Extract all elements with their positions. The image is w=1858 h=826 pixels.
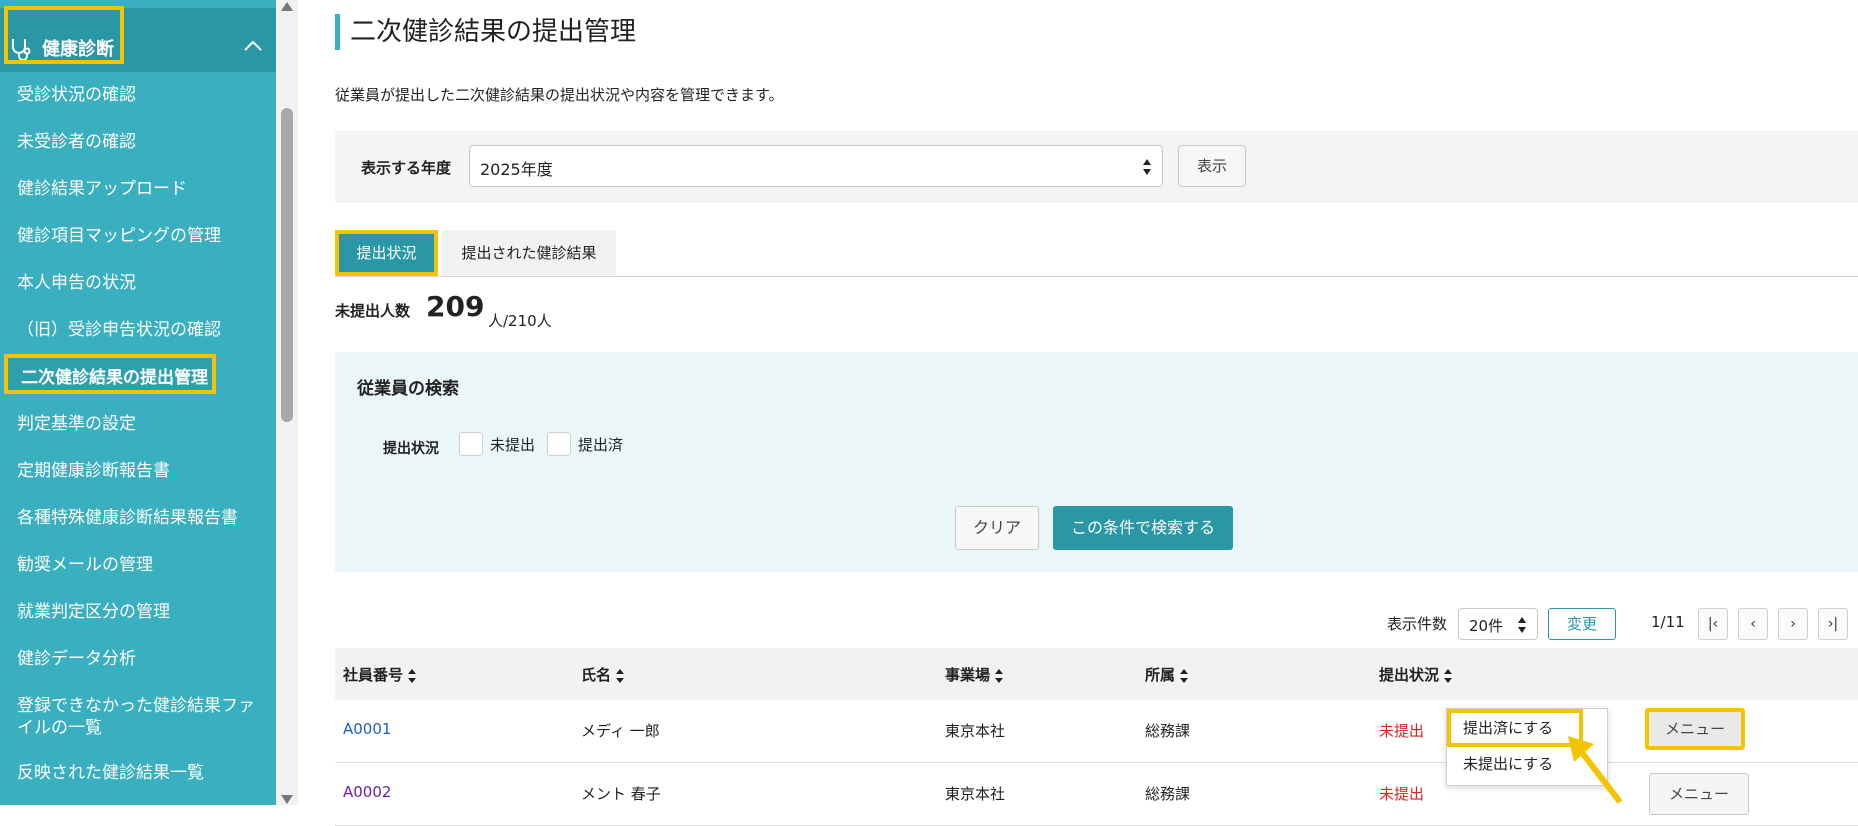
checkbox-submitted-label: 提出済 <box>578 436 624 454</box>
scrollbar-thumb[interactable] <box>281 108 293 422</box>
employee-id-link[interactable]: A0001 <box>343 720 391 738</box>
scroll-up-arrow-icon[interactable] <box>281 2 293 11</box>
show-year-button[interactable]: 表示 <box>1178 145 1246 187</box>
employee-search-panel: 従業員の検索 提出状況 未提出 提出済 クリア この条件で検索する <box>335 352 1858 572</box>
sidebar-item-criteria[interactable]: 判定基準の設定 <box>17 413 136 435</box>
employee-dept: 総務課 <box>1145 722 1191 740</box>
column-dept-label: 所属 <box>1145 666 1176 684</box>
menu-button[interactable]: メニュー <box>1649 773 1749 815</box>
sidebar-item-old-report[interactable]: （旧）受診申告状況の確認 <box>17 319 221 341</box>
employee-site: 東京本社 <box>945 722 1006 740</box>
year-filter-label: 表示する年度 <box>361 159 452 177</box>
sidebar-item-consultation-status[interactable]: 受診状況の確認 <box>17 84 136 106</box>
page-description: 従業員が提出した二次健診結果の提出状況や内容を管理できます。 <box>335 86 784 104</box>
unsubmitted-count: 209 <box>426 290 485 323</box>
sidebar-item-secondary-results[interactable]: 二次健診結果の提出管理 <box>4 354 216 394</box>
next-page-icon[interactable]: › <box>1778 608 1808 640</box>
select-arrows-icon <box>1143 159 1151 175</box>
sort-icon[interactable] <box>1443 667 1453 685</box>
column-name[interactable]: 氏名 <box>581 664 625 685</box>
checkbox-unsubmitted[interactable] <box>459 432 483 456</box>
change-per-page-button[interactable]: 変更 <box>1548 608 1616 640</box>
column-dept[interactable]: 所属 <box>1145 664 1189 685</box>
main-content: 二次健診結果の提出管理 従業員が提出した二次健診結果の提出状況や内容を管理できま… <box>298 0 1858 826</box>
column-status[interactable]: 提出状況 <box>1379 664 1453 685</box>
column-site-label: 事業場 <box>945 666 991 684</box>
employee-dept: 総務課 <box>1145 785 1191 803</box>
sidebar-item-reminder-mail[interactable]: 勧奨メールの管理 <box>17 554 153 576</box>
year-select[interactable]: 2025年度 <box>469 145 1163 187</box>
first-page-icon[interactable]: |‹ <box>1698 608 1728 640</box>
unsubmitted-total: 人/210人 <box>488 312 552 330</box>
employee-id-link[interactable]: A0002 <box>343 783 391 801</box>
sidebar-item-item-mapping[interactable]: 健診項目マッピングの管理 <box>17 225 221 247</box>
per-page-label: 表示件数 <box>1387 615 1448 633</box>
employee-name: メント 春子 <box>581 785 661 803</box>
sidebar-item-data-analysis[interactable]: 健診データ分析 <box>17 648 136 670</box>
year-select-value: 2025年度 <box>480 160 553 179</box>
search-button[interactable]: この条件で検索する <box>1053 506 1233 550</box>
unsubmitted-label: 未提出人数 <box>335 302 411 320</box>
status-badge: 未提出 <box>1379 785 1425 803</box>
sidebar-item-reflected-results[interactable]: 反映された健診結果一覧 <box>17 762 204 784</box>
sidebar-item-unconsulted[interactable]: 未受診者の確認 <box>17 131 136 153</box>
sidebar-item-failed-files[interactable]: 登録できなかった健診結果ファイルの一覧 <box>17 695 267 739</box>
page-info: 1/11 <box>1651 613 1685 631</box>
menu-button[interactable]: メニュー <box>1645 708 1745 750</box>
checkbox-unsubmitted-label: 未提出 <box>490 436 536 454</box>
per-page-select[interactable]: 20件 <box>1458 608 1538 640</box>
page-title: 二次健診結果の提出管理 <box>350 17 637 47</box>
tab-submitted-results[interactable]: 提出された健診結果 <box>442 230 616 276</box>
prev-page-icon[interactable]: ‹ <box>1738 608 1768 640</box>
column-employee-id-label: 社員番号 <box>343 666 404 684</box>
year-filter-panel: 表示する年度 2025年度 表示 <box>335 131 1858 203</box>
sort-icon[interactable] <box>1179 667 1189 685</box>
scroll-down-arrow-icon[interactable] <box>281 795 293 804</box>
highlight-frame <box>4 6 124 64</box>
per-page-value: 20件 <box>1469 617 1504 635</box>
search-title: 従業員の検索 <box>357 379 459 399</box>
checkbox-submitted[interactable] <box>547 432 571 456</box>
status-filter-label: 提出状況 <box>383 441 439 457</box>
title-accent-bar <box>335 14 340 50</box>
status-badge: 未提出 <box>1379 722 1425 740</box>
table-header: 社員番号 氏名 事業場 所属 提出状況 <box>335 648 1858 700</box>
sidebar: 健康診断 受診状況の確認 未受診者の確認 健診結果アップロード 健診項目マッピン… <box>0 0 276 805</box>
sort-icon[interactable] <box>615 667 625 685</box>
sidebar-item-work-judgement[interactable]: 就業判定区分の管理 <box>17 601 170 623</box>
chevron-up-icon[interactable] <box>242 38 264 54</box>
mark-unsubmitted-option[interactable]: 未提出にする <box>1463 753 1553 774</box>
sidebar-item-special-report[interactable]: 各種特殊健康診断結果報告書 <box>17 507 238 529</box>
column-employee-id[interactable]: 社員番号 <box>343 664 417 685</box>
employee-site: 東京本社 <box>945 785 1006 803</box>
column-status-label: 提出状況 <box>1379 666 1440 684</box>
sidebar-scrollbar[interactable] <box>276 0 298 805</box>
last-page-icon[interactable]: ›| <box>1818 608 1848 640</box>
annotation-arrow-icon <box>1568 736 1623 804</box>
sidebar-item-self-report[interactable]: 本人申告の状況 <box>17 272 136 294</box>
sort-icon[interactable] <box>407 667 417 685</box>
tab-bar: 提出状況 提出された健診結果 <box>335 230 1858 277</box>
select-arrows-icon <box>1518 617 1526 633</box>
tab-submission-status[interactable]: 提出状況 <box>335 230 438 276</box>
column-site[interactable]: 事業場 <box>945 664 1004 685</box>
sidebar-item-periodic-report[interactable]: 定期健康診断報告書 <box>17 460 170 482</box>
employee-name: メディ 一郎 <box>581 722 660 740</box>
sort-icon[interactable] <box>994 667 1004 685</box>
sidebar-item-upload-results[interactable]: 健診結果アップロード <box>17 178 187 200</box>
clear-button[interactable]: クリア <box>955 506 1039 550</box>
column-name-label: 氏名 <box>581 666 612 684</box>
